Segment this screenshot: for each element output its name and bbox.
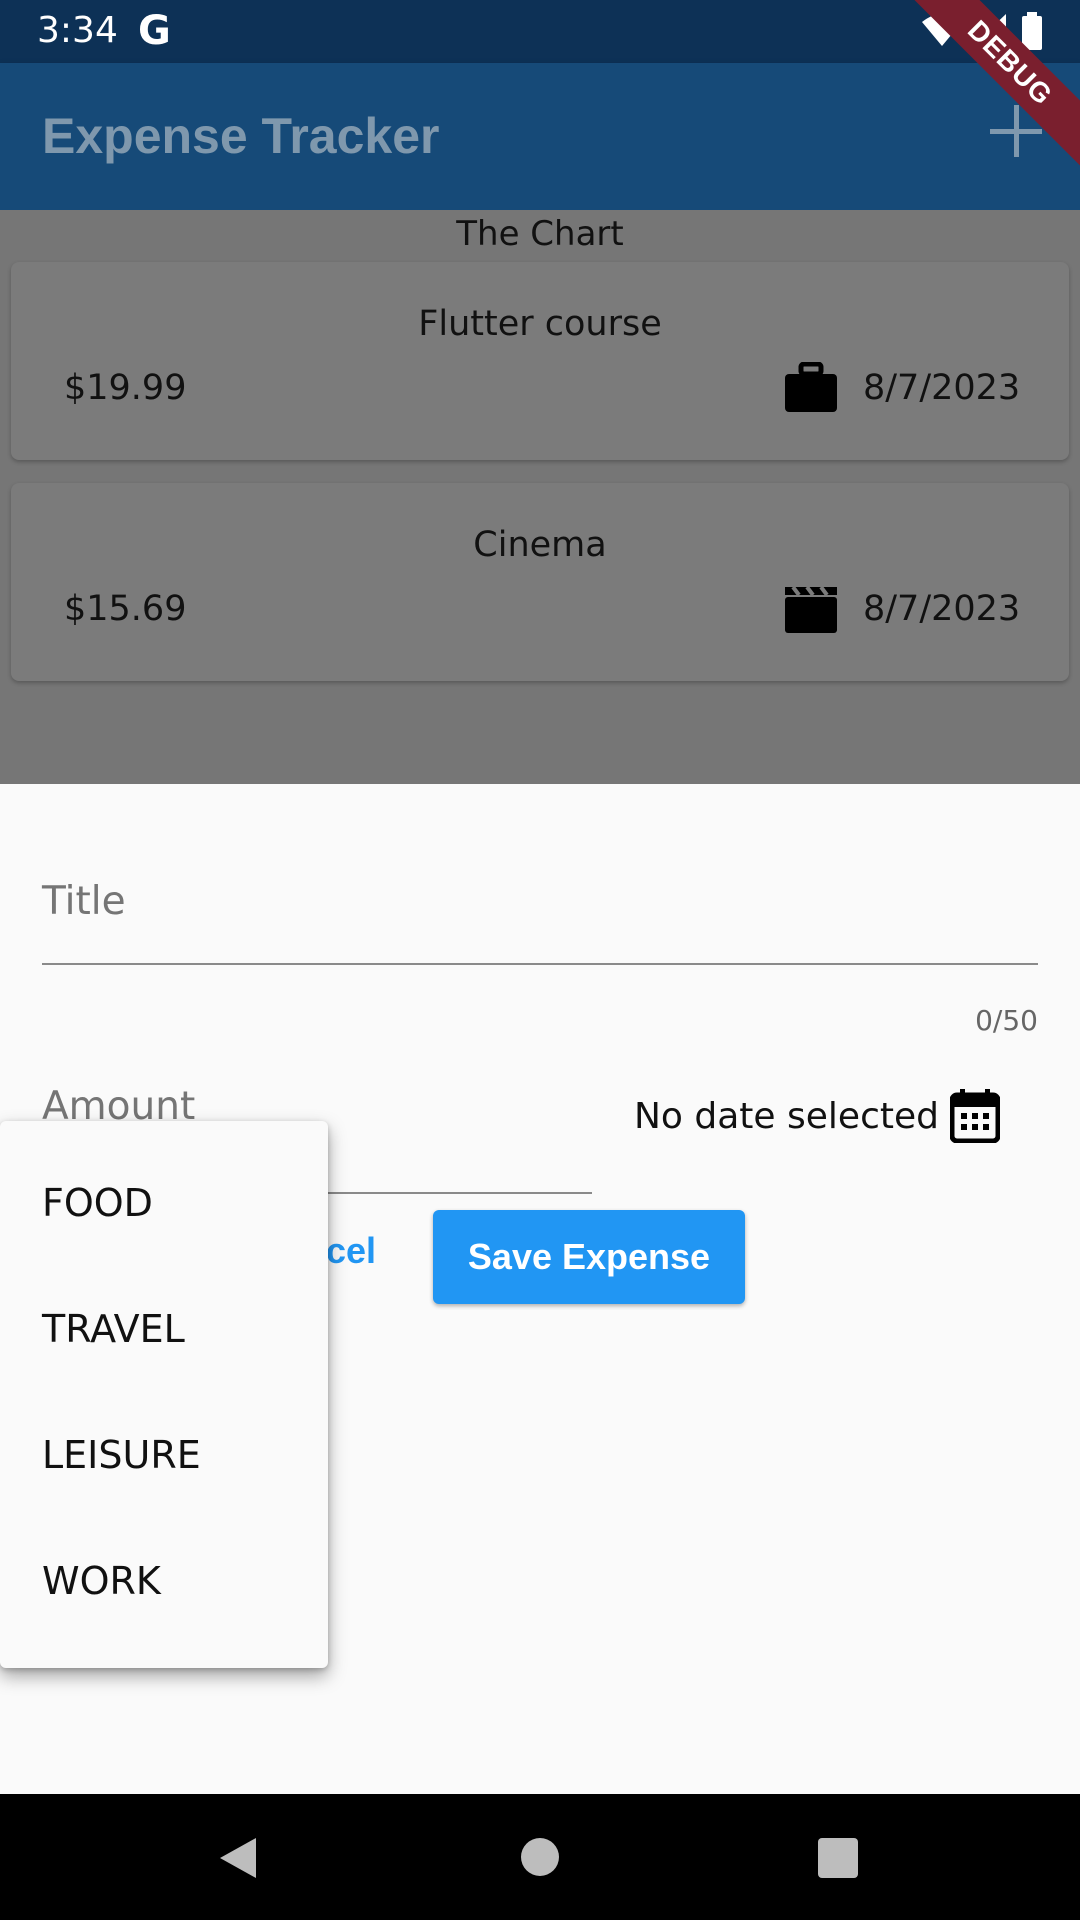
- expense-date: 8/7/2023: [863, 589, 1021, 629]
- expenses-screen[interactable]: The Chart Flutter course $19.99 8/7/2023…: [0, 210, 1080, 784]
- briefcase-icon: [785, 362, 837, 412]
- title-char-counter: 0/50: [975, 1004, 1038, 1037]
- menu-item-food[interactable]: FOOD: [42, 1181, 153, 1225]
- expense-amount: $19.99: [64, 368, 187, 408]
- navigation-bar: [0, 1794, 1080, 1920]
- title-input[interactable]: Title: [42, 879, 1038, 965]
- recents-icon[interactable]: [818, 1838, 858, 1878]
- status-bar: 3:34 G: [0, 0, 1080, 63]
- calendar-icon[interactable]: [950, 1089, 1000, 1143]
- home-icon[interactable]: [521, 1838, 559, 1876]
- menu-item-work[interactable]: WORK: [42, 1559, 161, 1603]
- category-dropdown-menu: FOOD TRAVEL LEISURE WORK: [0, 1121, 328, 1668]
- status-time: 3:34: [37, 10, 118, 51]
- save-expense-button[interactable]: Save Expense: [433, 1210, 745, 1304]
- expense-date: 8/7/2023: [863, 368, 1021, 408]
- menu-item-travel[interactable]: TRAVEL: [42, 1307, 185, 1351]
- selected-date-text: No date selected: [634, 1096, 939, 1137]
- movie-icon: [785, 585, 837, 633]
- expense-card[interactable]: Cinema $15.69 8/7/2023: [11, 483, 1069, 681]
- expense-card[interactable]: Flutter course $19.99 8/7/2023: [11, 262, 1069, 460]
- app-bar: Expense Tracker: [0, 63, 1080, 210]
- google-g-icon: G: [138, 8, 171, 54]
- expense-title: Flutter course: [418, 304, 662, 344]
- expense-title: Cinema: [473, 525, 607, 565]
- menu-item-leisure[interactable]: LEISURE: [42, 1433, 201, 1477]
- chart-placeholder: The Chart: [456, 214, 624, 254]
- title-placeholder: Title: [42, 879, 126, 924]
- app-title: Expense Tracker: [42, 108, 440, 164]
- expense-amount: $15.69: [64, 589, 187, 629]
- back-icon[interactable]: [218, 1836, 258, 1880]
